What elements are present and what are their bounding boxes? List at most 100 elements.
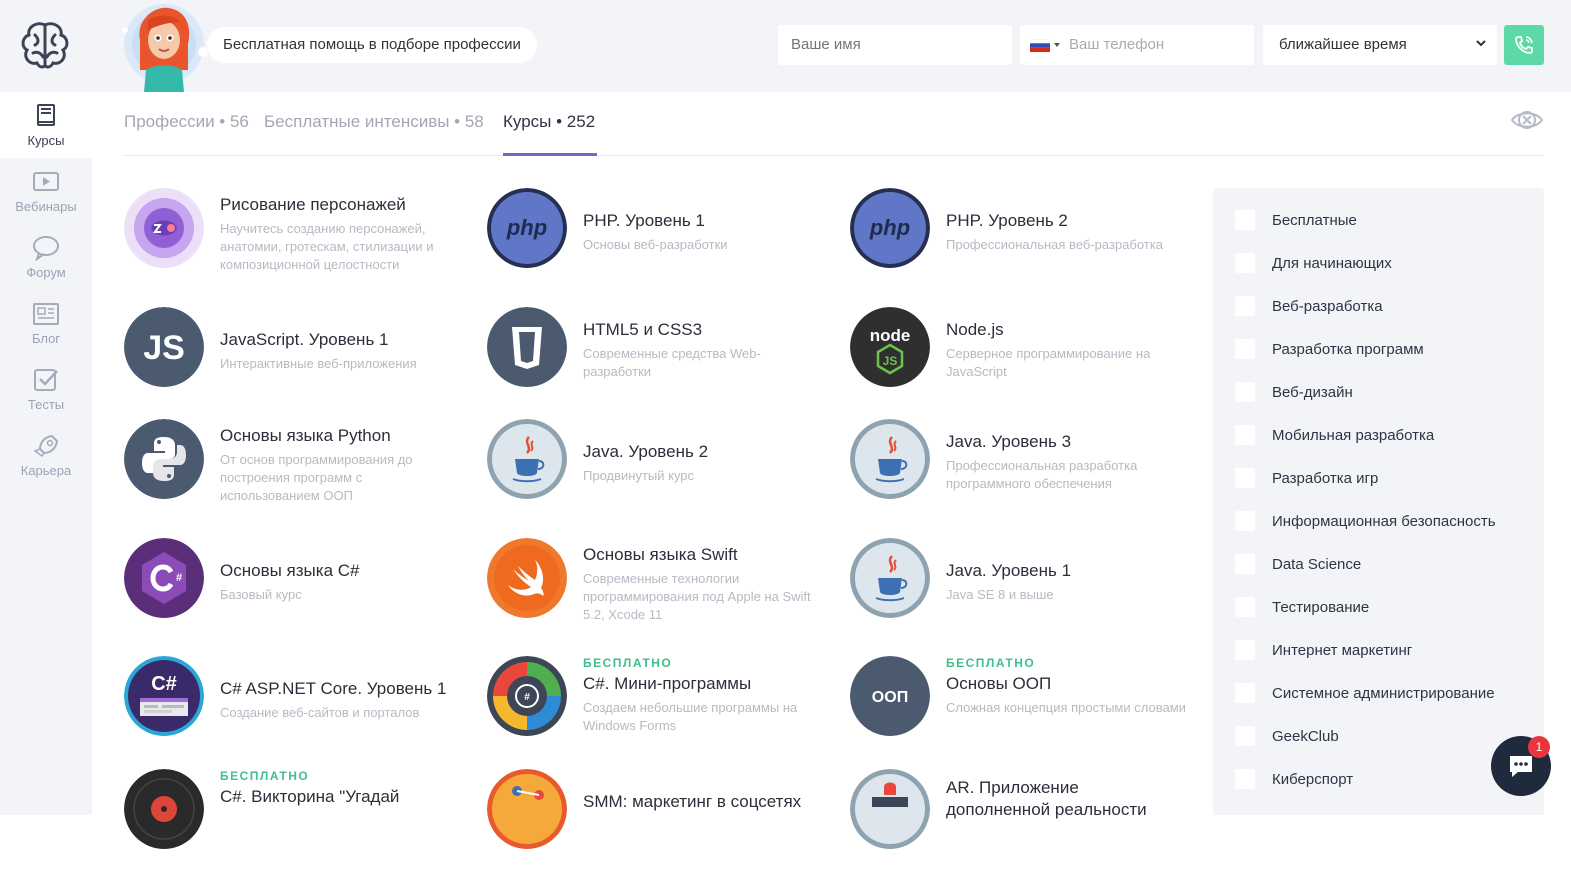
course-description: Научитесь созданию персонажей, анатомии,…	[220, 221, 434, 272]
phone-field[interactable]: Ваш телефон	[1020, 25, 1254, 65]
filter-checkbox[interactable]: Data Science	[1235, 553, 1361, 575]
checkbox[interactable]	[1235, 640, 1255, 660]
course-description: От основ программирования до построения …	[220, 452, 413, 503]
checkbox[interactable]	[1235, 253, 1255, 273]
nav-item-courses[interactable]: Курсы	[0, 92, 92, 158]
filter-checkbox[interactable]: Мобильная разработка	[1235, 424, 1434, 446]
catalog-tabs: Профессии • 56 Бесплатные интенсивы • 58…	[124, 92, 1544, 156]
brain-logo-icon[interactable]	[19, 19, 71, 71]
checkbox[interactable]	[1235, 382, 1255, 402]
checkbox[interactable]	[1235, 726, 1255, 746]
course-card[interactable]: JS JavaScript. Уровень 1 Интерактивные в…	[124, 307, 464, 407]
help-banner[interactable]: Бесплатная помощь в подборе профессии	[207, 27, 537, 63]
checkbox-icon	[34, 368, 58, 391]
filter-checkbox[interactable]: Разработка программ	[1235, 338, 1424, 360]
filter-checkbox[interactable]: GeekClub	[1235, 725, 1339, 747]
course-title: AR. Приложение дополненной реальности	[946, 778, 1147, 819]
checkbox[interactable]	[1235, 210, 1255, 230]
nav-item-career[interactable]: Карьера	[0, 422, 92, 488]
filter-checkbox[interactable]: Бесплатные	[1235, 209, 1357, 231]
filter-checkbox[interactable]: Информационная безопасность	[1235, 510, 1496, 532]
filter-checkbox[interactable]: Интернет маркетинг	[1235, 639, 1412, 661]
course-card[interactable]: Основы языка Python От основ программиро…	[124, 419, 464, 519]
filter-label: Для начинающих	[1272, 254, 1392, 272]
nav-item-webinars[interactable]: Вебинары	[0, 158, 92, 224]
filter-checkbox[interactable]: Системное администрирование	[1235, 682, 1495, 704]
nav-item-forum[interactable]: Форум	[0, 224, 92, 290]
checkbox[interactable]	[1235, 296, 1255, 316]
checkbox[interactable]	[1235, 468, 1255, 488]
course-description: Сложная концепция простыми словами	[946, 700, 1186, 715]
tab-free-intensives[interactable]: Бесплатные интенсивы • 58	[264, 112, 484, 156]
course-card[interactable]: Java. Уровень 1 Java SE 8 и выше	[850, 538, 1190, 638]
filters-panel: Бесплатные Для начинающих Веб-разработка…	[1213, 188, 1544, 815]
course-card[interactable]: ООП БЕСПЛАТНО Основы ООП Сложная концепц…	[850, 656, 1190, 756]
nav-item-blog[interactable]: Блог	[0, 290, 92, 356]
checkbox[interactable]	[1235, 769, 1255, 789]
course-card[interactable]: Java. Уровень 3 Профессиональная разрабо…	[850, 419, 1190, 519]
tab-professions[interactable]: Профессии • 56	[124, 112, 249, 156]
course-card[interactable]: # БЕСПЛАТНО C#. Мини-программы Создаем н…	[487, 656, 827, 756]
hide-eye-icon[interactable]	[1510, 103, 1544, 137]
course-description: Основы веб-разработки	[583, 237, 728, 252]
csharp-icon: #	[124, 538, 204, 618]
filter-checkbox[interactable]: Веб-дизайн	[1235, 381, 1353, 403]
course-description: Создаем небольшие программы на Windows F…	[583, 700, 798, 733]
course-description: Базовый курс	[220, 587, 302, 602]
filter-label: Системное администрирование	[1272, 684, 1495, 702]
checkbox[interactable]	[1235, 511, 1255, 531]
avatar	[114, 0, 214, 92]
course-title: Java. Уровень 1	[946, 561, 1072, 580]
filter-checkbox[interactable]: Веб-разработка	[1235, 295, 1383, 317]
free-badge: БЕСПЛАТНО	[583, 656, 673, 670]
filter-checkbox[interactable]: Разработка игр	[1235, 467, 1378, 489]
course-title: Node.js	[946, 320, 1004, 339]
csharp-mini-icon: #	[487, 656, 567, 736]
filter-label: Киберспорт	[1272, 770, 1354, 788]
course-card[interactable]: Java. Уровень 2 Продвинутый курс	[487, 419, 827, 519]
course-card[interactable]: C# C# ASP.NET Core. Уровень 1 Создание в…	[124, 656, 464, 756]
course-card[interactable]: HTML5 и CSS3 Современные средства Web-ра…	[487, 307, 827, 407]
course-card[interactable]: Рисование персонажей Научитесь созданию …	[124, 188, 464, 288]
course-title: C# ASP.NET Core. Уровень 1	[220, 679, 447, 698]
course-title: Основы языка Swift	[583, 545, 738, 564]
nav-item-label: Карьера	[20, 462, 72, 478]
filter-checkbox[interactable]: Тестирование	[1235, 596, 1369, 618]
sidebar: Курсы Вебинары Форум Блог Тесты Карьера	[0, 0, 92, 815]
call-button[interactable]	[1504, 25, 1544, 65]
checkbox[interactable]	[1235, 425, 1255, 445]
checkbox[interactable]	[1235, 597, 1255, 617]
filter-checkbox[interactable]: Для начинающих	[1235, 252, 1392, 274]
course-title: Основы языка C#	[220, 561, 360, 580]
course-title: Основы языка Python	[220, 426, 391, 445]
country-dropdown-icon[interactable]	[1054, 43, 1060, 47]
free-badge: БЕСПЛАТНО	[220, 769, 310, 783]
course-card[interactable]: php PHP. Уровень 2 Профессиональная веб-…	[850, 188, 1190, 288]
filter-label: Тестирование	[1272, 598, 1370, 616]
svg-text:#: #	[176, 572, 182, 584]
russia-flag-icon[interactable]	[1030, 39, 1050, 52]
name-field[interactable]	[778, 25, 1012, 65]
course-title: PHP. Уровень 2	[946, 211, 1068, 230]
checkbox[interactable]	[1235, 683, 1255, 703]
tab-courses[interactable]: Курсы • 252	[503, 112, 597, 156]
course-card[interactable]: SMM: маркетинг в соцсетях	[487, 769, 827, 869]
course-card[interactable]: AR. Приложение дополненной реальности	[850, 769, 1190, 869]
filter-label: Бесплатные	[1272, 211, 1357, 229]
course-card[interactable]: БЕСПЛАТНО C#. Викторина "Угадай	[124, 769, 464, 869]
course-description: Профессиональная разработка программного…	[946, 458, 1138, 491]
call-time-select[interactable]: ближайшее время	[1263, 25, 1497, 65]
svg-text:JS: JS	[883, 354, 898, 368]
course-card[interactable]: Основы языка Swift Современные технологи…	[487, 538, 827, 638]
book-icon	[37, 103, 55, 126]
rocket-icon	[33, 434, 59, 457]
course-card[interactable]: node JS Node.js Серверное программировани…	[850, 307, 1190, 407]
checkbox[interactable]	[1235, 339, 1255, 359]
checkbox[interactable]	[1235, 554, 1255, 574]
course-description: Серверное программирование на JavaScript	[946, 346, 1151, 379]
nav-item-tests[interactable]: Тесты	[0, 356, 92, 422]
filter-checkbox[interactable]: Киберспорт	[1235, 768, 1353, 790]
course-title: Java. Уровень 3	[946, 432, 1072, 451]
course-card[interactable]: # Основы языка C# Базовый курс	[124, 538, 464, 638]
course-card[interactable]: php PHP. Уровень 1 Основы веб-разработки	[487, 188, 827, 288]
